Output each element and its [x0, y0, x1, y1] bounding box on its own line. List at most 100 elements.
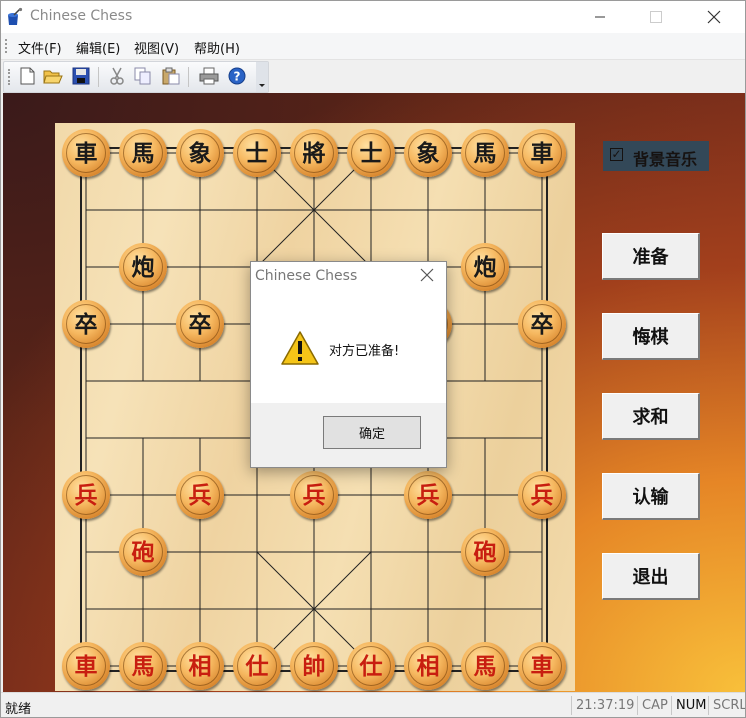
- toolbar-grip[interactable]: [8, 69, 12, 85]
- dialog-message: 对方已准备!: [329, 344, 400, 359]
- warning-icon: [281, 331, 319, 365]
- svg-text:?: ?: [234, 70, 241, 84]
- piece-label: 象: [416, 139, 440, 167]
- black-piece[interactable]: 將: [290, 129, 338, 177]
- close-icon: [707, 10, 721, 24]
- toolbar-separator: [98, 67, 99, 87]
- piece-label: 相: [188, 652, 212, 680]
- open-button[interactable]: [42, 65, 64, 87]
- red-piece[interactable]: 仕: [233, 642, 281, 690]
- red-piece[interactable]: 砲: [119, 528, 167, 576]
- piece-label: 象: [188, 139, 212, 167]
- cut-icon: [110, 67, 124, 85]
- music-checkbox[interactable]: ✓: [610, 148, 623, 161]
- red-piece[interactable]: 砲: [461, 528, 509, 576]
- piece-label: 車: [74, 652, 98, 680]
- piece-label: 仕: [245, 652, 269, 680]
- save-button[interactable]: [70, 65, 92, 87]
- black-piece[interactable]: 馬: [119, 129, 167, 177]
- piece-label: 砲: [473, 538, 497, 566]
- piece-label: 兵: [188, 481, 212, 509]
- undo-button[interactable]: 悔棋: [602, 313, 700, 360]
- piece-label: 兵: [74, 481, 98, 509]
- piece-label: 兵: [530, 481, 554, 509]
- maximize-button[interactable]: [633, 1, 679, 33]
- red-piece[interactable]: 馬: [119, 642, 167, 690]
- black-piece[interactable]: 象: [176, 129, 224, 177]
- new-icon: [20, 67, 35, 85]
- minimize-icon: [595, 16, 605, 18]
- help-button[interactable]: ?: [226, 65, 248, 87]
- red-piece[interactable]: 馬: [461, 642, 509, 690]
- red-piece[interactable]: 兵: [518, 471, 566, 519]
- status-num: NUM: [671, 696, 712, 715]
- black-piece[interactable]: 卒: [176, 300, 224, 348]
- menu-grip[interactable]: [5, 39, 9, 53]
- menu-help[interactable]: 帮助(H): [194, 38, 240, 57]
- red-piece[interactable]: 車: [518, 642, 566, 690]
- resign-button[interactable]: 认输: [602, 473, 700, 520]
- status-bar: 就绪 21:37:19 CAP NUM SCRL: [1, 692, 745, 717]
- red-piece[interactable]: 兵: [176, 471, 224, 519]
- piece-label: 馬: [131, 652, 155, 680]
- chevron-down-icon: [259, 84, 265, 87]
- piece-label: 仕: [359, 652, 383, 680]
- red-piece[interactable]: 兵: [290, 471, 338, 519]
- dialog-footer: 确定: [251, 403, 446, 467]
- black-piece[interactable]: 象: [404, 129, 452, 177]
- red-piece[interactable]: 相: [176, 642, 224, 690]
- piece-label: 卒: [530, 310, 554, 338]
- piece-label: 相: [416, 652, 440, 680]
- red-piece[interactable]: 兵: [404, 471, 452, 519]
- status-text: 就绪: [5, 702, 32, 717]
- message-dialog: Chinese Chess 对方已准备! 确定: [250, 261, 447, 468]
- black-piece[interactable]: 馬: [461, 129, 509, 177]
- piece-label: 卒: [188, 310, 212, 338]
- music-toggle[interactable]: ✓ 背景音乐: [603, 141, 709, 171]
- exit-button[interactable]: 退出: [602, 553, 700, 600]
- menu-edit[interactable]: 编辑(E): [76, 38, 120, 57]
- black-piece[interactable]: 車: [518, 129, 566, 177]
- window-title: Chinese Chess: [30, 8, 133, 24]
- ok-button[interactable]: 确定: [323, 416, 421, 449]
- piece-label: 砲: [131, 538, 155, 566]
- black-piece[interactable]: 卒: [518, 300, 566, 348]
- help-icon: ?: [228, 67, 246, 85]
- close-icon: [420, 268, 434, 282]
- black-piece[interactable]: 士: [347, 129, 395, 177]
- red-piece[interactable]: 相: [404, 642, 452, 690]
- copy-button[interactable]: [132, 65, 154, 87]
- piece-label: 炮: [473, 253, 497, 281]
- paste-button[interactable]: [160, 65, 182, 87]
- black-piece[interactable]: 車: [62, 129, 110, 177]
- black-piece[interactable]: 炮: [119, 243, 167, 291]
- red-piece[interactable]: 帥: [290, 642, 338, 690]
- toolbar-overflow-button[interactable]: [256, 62, 268, 92]
- app-window: Chinese Chess 文件(F) 编辑(E) 视图(V) 帮助(H) ? …: [0, 0, 746, 718]
- dialog-close-button[interactable]: [420, 267, 434, 286]
- close-button[interactable]: [691, 1, 737, 33]
- black-piece[interactable]: 卒: [62, 300, 110, 348]
- red-piece[interactable]: 兵: [62, 471, 110, 519]
- title-bar[interactable]: Chinese Chess: [1, 1, 745, 33]
- music-label: 背景音乐: [633, 150, 698, 169]
- minimize-button[interactable]: [577, 1, 623, 33]
- cut-button[interactable]: [106, 65, 128, 87]
- menu-file[interactable]: 文件(F): [18, 38, 62, 57]
- maximize-icon: [650, 11, 662, 23]
- piece-label: 車: [530, 652, 554, 680]
- menu-view[interactable]: 视图(V): [134, 38, 179, 57]
- black-piece[interactable]: 士: [233, 129, 281, 177]
- ready-button[interactable]: 准备: [602, 233, 700, 280]
- new-button[interactable]: [16, 65, 38, 87]
- red-piece[interactable]: 仕: [347, 642, 395, 690]
- red-piece[interactable]: 車: [62, 642, 110, 690]
- status-time: 21:37:19: [571, 696, 638, 715]
- piece-label: 車: [530, 139, 554, 167]
- piece-label: 馬: [131, 139, 155, 167]
- draw-button[interactable]: 求和: [602, 393, 700, 440]
- print-button[interactable]: [198, 65, 220, 87]
- print-icon: [199, 67, 219, 85]
- piece-label: 兵: [302, 481, 326, 509]
- black-piece[interactable]: 炮: [461, 243, 509, 291]
